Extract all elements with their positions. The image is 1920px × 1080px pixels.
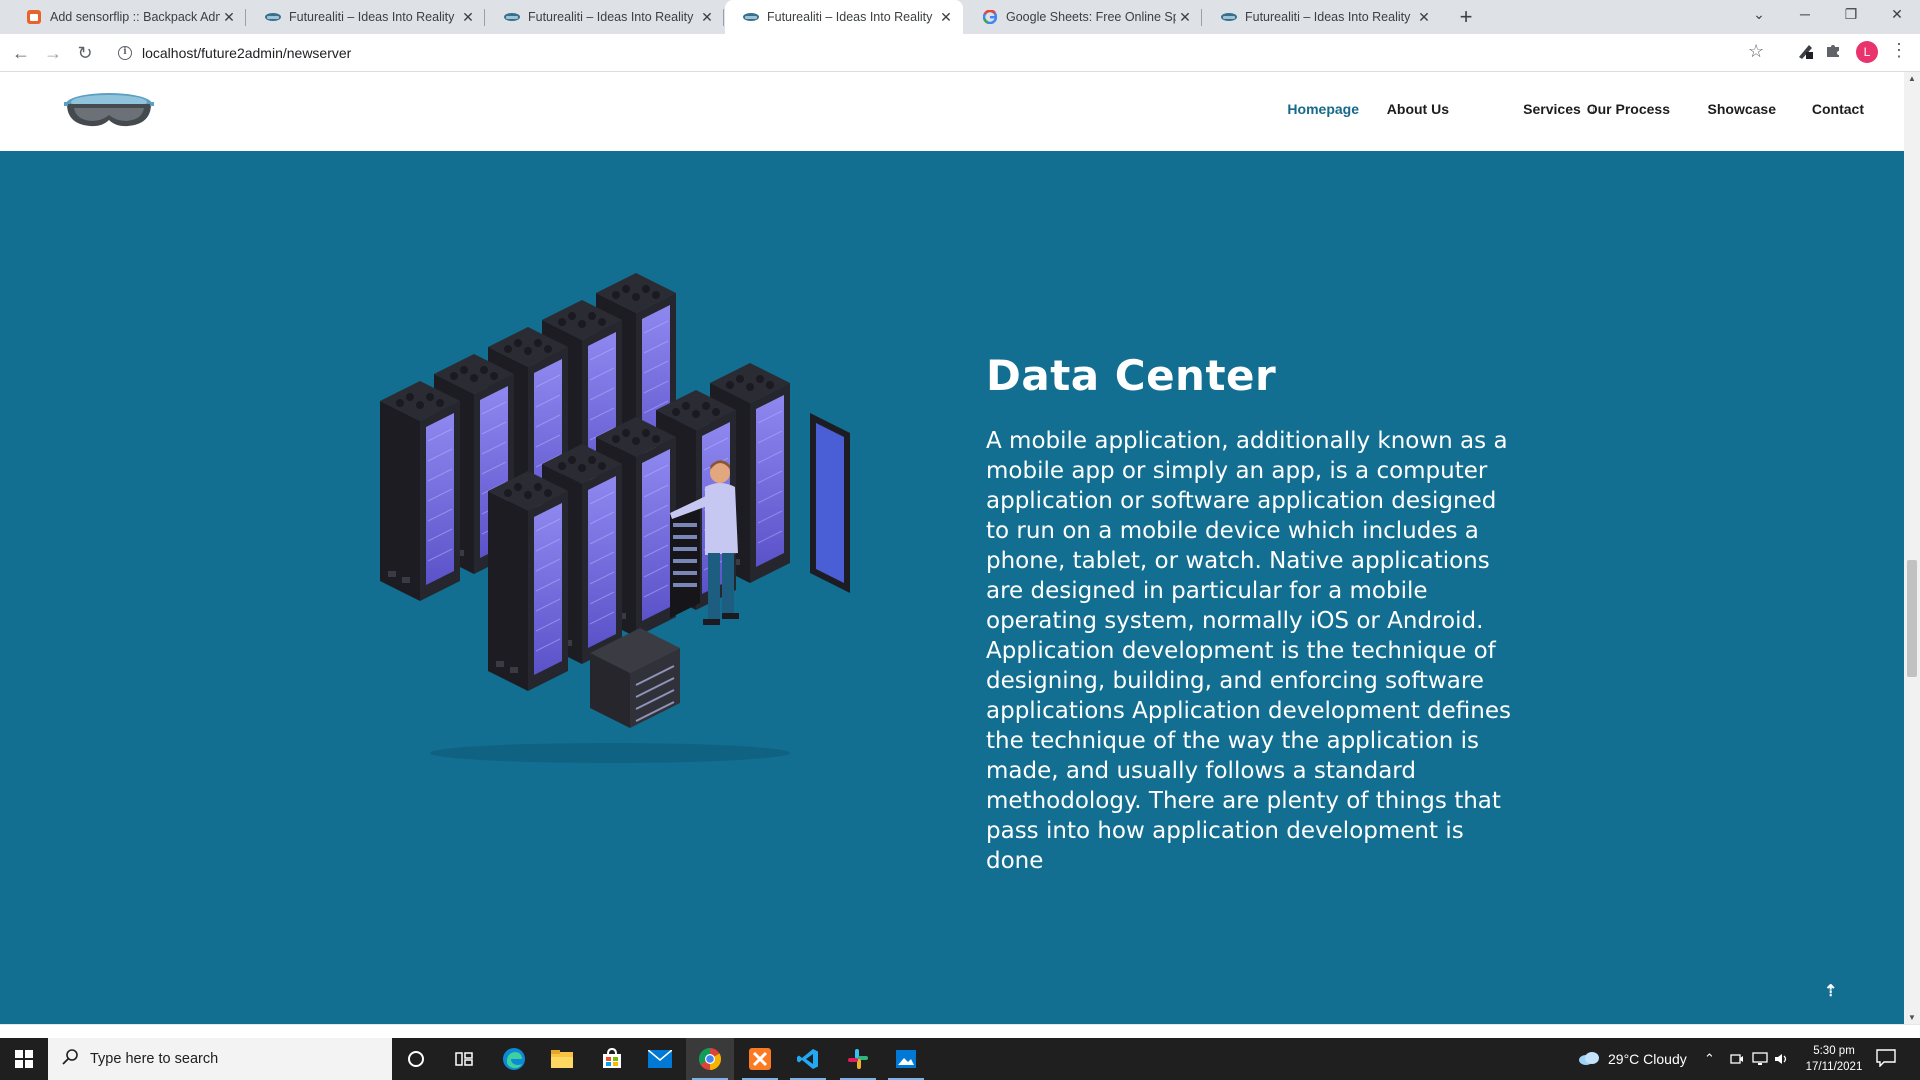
nav-services[interactable]: Services bbox=[1523, 101, 1581, 117]
tab-title: Futurealiti – Ideas Into Reality bbox=[767, 10, 933, 24]
search-placeholder: Type here to search bbox=[90, 1051, 219, 1067]
photos-icon[interactable] bbox=[882, 1038, 930, 1080]
page-scrollbar[interactable]: ▲ ▼ bbox=[1904, 72, 1920, 1024]
google-icon bbox=[982, 9, 998, 25]
close-window-button[interactable]: ✕ bbox=[1874, 0, 1920, 30]
meet-now-icon[interactable] bbox=[1730, 1038, 1744, 1080]
clock-date: 17/11/2021 bbox=[1805, 1061, 1863, 1073]
scroll-down-arrow-icon[interactable]: ▼ bbox=[1908, 1013, 1916, 1022]
back-to-top-icon: ⇡ bbox=[1824, 983, 1838, 1000]
scroll-up-arrow-icon[interactable]: ▲ bbox=[1908, 74, 1916, 83]
data-center-section: Data Center A mobile application, additi… bbox=[0, 151, 1904, 1024]
volume-icon[interactable] bbox=[1774, 1038, 1790, 1080]
taskbar-clock[interactable]: 5:30 pm 17/11/2021 bbox=[1796, 1043, 1872, 1075]
nav-our-process[interactable]: Our Process bbox=[1587, 101, 1670, 117]
xampp-icon[interactable] bbox=[736, 1038, 784, 1080]
tab-close-icon[interactable]: ✕ bbox=[1176, 9, 1194, 26]
tab-close-icon[interactable]: ✕ bbox=[937, 9, 955, 26]
tab-close-icon[interactable]: ✕ bbox=[1415, 9, 1433, 26]
slack-icon[interactable] bbox=[834, 1038, 882, 1080]
site-header: Homepage About Us Services ⇣ Our Process … bbox=[0, 72, 1904, 151]
browser-tabstrip: Add sensorflip :: Backpack Admin ✕ Futur… bbox=[0, 0, 1920, 34]
nav-showcase[interactable]: Showcase bbox=[1708, 101, 1776, 117]
browser-tab[interactable]: Add sensorflip :: Backpack Admin ✕ bbox=[8, 0, 246, 34]
edge-icon[interactable] bbox=[490, 1038, 538, 1080]
new-tab-button[interactable]: + bbox=[1453, 4, 1479, 30]
browser-tab-active[interactable]: Futurealiti – Ideas Into Reality ✕ bbox=[725, 0, 963, 34]
tab-title: Google Sheets: Free Online Spreadsheet bbox=[1006, 10, 1176, 24]
bookmark-star-icon[interactable]: ☆ bbox=[1748, 41, 1764, 62]
section-body-text: A mobile application, additionally known… bbox=[986, 428, 1511, 874]
site-info-icon[interactable]: i bbox=[118, 46, 132, 60]
tab-close-icon[interactable]: ✕ bbox=[698, 9, 716, 26]
url-text: localhost/future2admin/newserver bbox=[142, 45, 352, 61]
data-center-illustration bbox=[370, 272, 880, 773]
windows-logo-icon bbox=[15, 1050, 33, 1068]
futurealiti-icon bbox=[265, 9, 281, 25]
cloud-icon bbox=[1578, 1050, 1600, 1069]
browser-toolbar: ← → ↻ i localhost/future2admin/newserver… bbox=[0, 34, 1920, 72]
site-logo[interactable] bbox=[64, 90, 154, 137]
nav-about-us[interactable]: About Us bbox=[1387, 101, 1449, 117]
search-icon bbox=[62, 1048, 78, 1070]
vscode-icon[interactable] bbox=[784, 1038, 832, 1080]
tab-close-icon[interactable]: ✕ bbox=[220, 9, 238, 26]
browser-tab[interactable]: Futurealiti – Ideas Into Reality ✕ bbox=[486, 0, 724, 34]
task-view-icon[interactable] bbox=[440, 1038, 488, 1080]
tab-title: Futurealiti – Ideas Into Reality bbox=[289, 10, 455, 24]
nav-homepage[interactable]: Homepage bbox=[1287, 101, 1359, 117]
taskbar-search-box[interactable]: Type here to search bbox=[48, 1038, 392, 1080]
mail-icon[interactable] bbox=[636, 1038, 684, 1080]
windows-start-button[interactable] bbox=[0, 1038, 48, 1080]
futurealiti-icon bbox=[743, 9, 759, 25]
network-icon[interactable] bbox=[1752, 1038, 1768, 1080]
forward-arrow-icon[interactable]: → bbox=[39, 39, 67, 67]
tab-close-icon[interactable]: ✕ bbox=[459, 9, 477, 26]
puzzle-extensions-icon[interactable] bbox=[1825, 42, 1841, 63]
chrome-icon[interactable] bbox=[686, 1038, 734, 1080]
futurealiti-icon bbox=[1221, 9, 1237, 25]
minimize-button[interactable]: ─ bbox=[1782, 0, 1828, 30]
browser-menu-icon[interactable]: ⋮ bbox=[1890, 40, 1908, 61]
cortana-icon[interactable] bbox=[392, 1038, 440, 1080]
clock-time: 5:30 pm bbox=[1813, 1045, 1855, 1057]
address-bar[interactable]: i localhost/future2admin/newserver bbox=[108, 38, 1774, 68]
store-icon[interactable] bbox=[588, 1038, 636, 1080]
browser-tab[interactable]: Google Sheets: Free Online Spreadsheet ✕ bbox=[964, 0, 1202, 34]
windows-taskbar: Type here to search 29°C Cloudy ⌃ 5:30 p… bbox=[0, 1038, 1920, 1080]
reload-icon[interactable]: ↻ bbox=[71, 39, 99, 67]
section-title: Data Center bbox=[986, 351, 1277, 400]
restore-button[interactable]: ❐ bbox=[1828, 0, 1874, 30]
weather-widget[interactable]: 29°C Cloudy bbox=[1578, 1038, 1687, 1080]
file-explorer-icon[interactable] bbox=[538, 1038, 586, 1080]
page-bottom-edge bbox=[0, 1024, 1920, 1038]
weather-text: 29°C Cloudy bbox=[1608, 1051, 1687, 1067]
tab-search-chevron-icon[interactable]: ⌄ bbox=[1736, 0, 1782, 30]
tab-title: Futurealiti – Ideas Into Reality bbox=[528, 10, 694, 24]
backpack-icon bbox=[26, 9, 42, 25]
tab-title: Futurealiti – Ideas Into Reality bbox=[1245, 10, 1411, 24]
extension-icon[interactable] bbox=[1796, 42, 1814, 65]
hidden-icons-chevron-icon[interactable]: ⌃ bbox=[1704, 1038, 1715, 1080]
browser-tab[interactable]: Futurealiti – Ideas Into Reality ✕ bbox=[247, 0, 485, 34]
nav-contact[interactable]: Contact bbox=[1812, 101, 1864, 117]
tab-title: Add sensorflip :: Backpack Admin bbox=[50, 10, 220, 24]
profile-avatar[interactable]: L bbox=[1856, 41, 1878, 63]
scrollbar-thumb[interactable] bbox=[1907, 560, 1917, 677]
browser-tab[interactable]: Futurealiti – Ideas Into Reality ✕ bbox=[1203, 0, 1441, 34]
notifications-icon[interactable] bbox=[1876, 1049, 1898, 1068]
back-to-top-button[interactable]: ⇡ bbox=[1824, 981, 1837, 1001]
back-arrow-icon[interactable]: ← bbox=[7, 39, 35, 67]
futurealiti-icon bbox=[504, 9, 520, 25]
